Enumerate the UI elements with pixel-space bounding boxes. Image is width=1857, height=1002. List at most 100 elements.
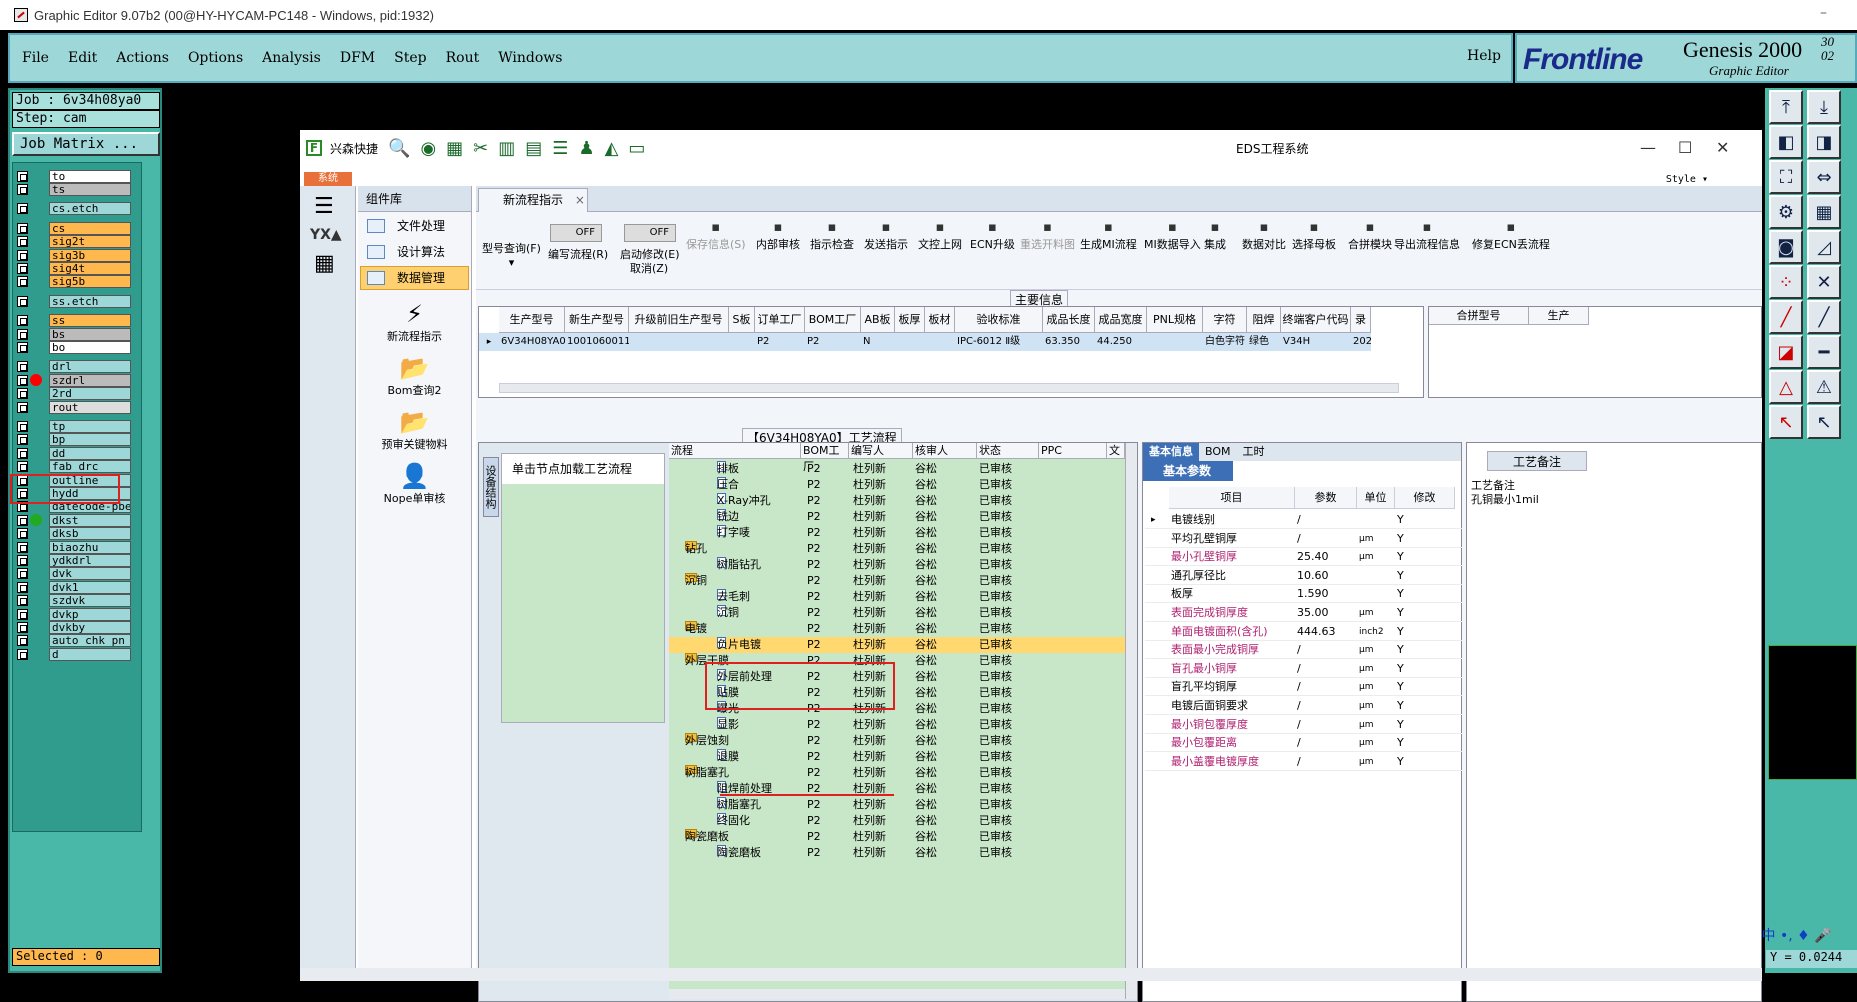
tree-row[interactable]: X-Ray冲孔 P2 杜列新 谷松 已审核 <box>669 493 1125 509</box>
menu-windows[interactable]: Windows <box>498 50 562 66</box>
param-row[interactable]: 表面完成铜厚度 35.00 μm Y <box>1145 604 1463 622</box>
warning-icon[interactable]: ⚠ <box>1807 370 1841 404</box>
param-row[interactable]: 单面电镀面积(含孔) 444.63 inch2 Y <box>1145 623 1463 641</box>
param-value[interactable]: / <box>1297 753 1357 771</box>
param-value[interactable]: 35.00 <box>1297 604 1357 622</box>
grid-cell[interactable]: N <box>861 333 895 351</box>
param-value[interactable]: / <box>1297 641 1357 659</box>
layer-checkbox[interactable] <box>17 528 28 540</box>
grid-header[interactable]: 验收标准 <box>955 307 1043 333</box>
layer-row[interactable]: 2rd <box>17 387 131 401</box>
layer-checkbox[interactable] <box>17 581 28 593</box>
grid-icon[interactable]: ▦ <box>1807 195 1841 229</box>
grid-header[interactable]: 新生产型号 <box>565 307 629 333</box>
tab-close-icon[interactable]: × <box>575 193 585 207</box>
layer-checkbox[interactable] <box>17 608 28 620</box>
tree-row[interactable]: ⊟电镀P2杜列新谷松已审核 <box>669 621 1125 637</box>
layer-row[interactable]: cs.etch <box>17 202 131 216</box>
layer-row[interactable]: szdvk <box>17 594 131 608</box>
param-row[interactable]: 盲孔最小铜厚 / μm Y <box>1145 660 1463 678</box>
tree-row[interactable]: ⊟陶瓷磨板P2杜列新谷松已审核 <box>669 829 1125 845</box>
param-value[interactable]: 444.63 <box>1297 623 1357 641</box>
eds-minimize-button[interactable]: — <box>1640 138 1656 157</box>
layer-checkbox[interactable] <box>17 276 28 288</box>
grid-header[interactable]: 成品宽度 <box>1095 307 1147 333</box>
grid-hscrollbar[interactable] <box>499 383 1399 393</box>
param-header[interactable]: 修改 <box>1395 487 1455 509</box>
settings-icon[interactable]: ⚙ <box>1769 195 1803 229</box>
module-icon-3[interactable]: 👤 Nope单审核 <box>358 462 471 506</box>
user-icon[interactable]: ♟ <box>578 138 594 159</box>
layer-row[interactable]: bs <box>17 327 131 341</box>
grid-header[interactable]: BOM工厂 <box>805 307 861 333</box>
layer-checkbox[interactable] <box>17 434 28 446</box>
grid-cell[interactable]: 10010600113199 <box>565 333 629 351</box>
style-dropdown[interactable]: Style ▾ <box>1666 174 1708 185</box>
tree-header[interactable]: 编写人 <box>849 443 913 459</box>
calculator-icon[interactable]: ▦ <box>314 251 341 276</box>
layer-checkbox[interactable] <box>17 341 28 353</box>
grid-header[interactable]: 成品长度 <box>1043 307 1095 333</box>
grid-header[interactable]: 订单工厂 <box>755 307 805 333</box>
shape-icon[interactable]: ◿ <box>1807 230 1841 264</box>
fit-icon[interactable]: ⛶ <box>1769 160 1803 194</box>
layer-row[interactable]: biaozhu <box>17 540 131 554</box>
ribbon-button-9[interactable]: ▪ 集成 <box>1204 220 1226 252</box>
layer-checkbox[interactable] <box>17 648 28 660</box>
tree-row[interactable]: ⊟外层蚀刻P2杜列新谷松已审核 <box>669 733 1125 749</box>
panel-icon[interactable]: ◧ <box>1769 125 1803 159</box>
scissors-icon[interactable]: ✂ <box>473 138 488 159</box>
param-row[interactable]: 盲孔平均铜厚 / μm Y <box>1145 678 1463 697</box>
eds-maximize-button[interactable]: ☐ <box>1678 138 1692 157</box>
tree-header[interactable]: BOM工厂 <box>801 443 849 473</box>
grid-icon[interactable]: ▦ <box>446 138 463 159</box>
layer-checkbox[interactable] <box>17 621 28 633</box>
param-row[interactable]: 电镀后面铜要求 / μm Y <box>1145 697 1463 715</box>
layer-checkbox[interactable] <box>17 295 28 307</box>
layer-checkbox[interactable] <box>17 170 28 182</box>
tab-new-process[interactable]: 新流程指示 × <box>478 188 588 212</box>
tree-row[interactable]: 铣边 P2 杜列新 谷松 已审核 <box>669 509 1125 525</box>
layer-checkbox[interactable] <box>17 236 28 248</box>
layer-checkbox[interactable] <box>17 262 28 274</box>
line2-icon[interactable]: ╱ <box>1807 300 1841 334</box>
param-row[interactable]: 最小孔壁铜厚 25.40 μm Y <box>1145 548 1463 567</box>
layer-row[interactable]: dksb <box>17 527 131 541</box>
layer-checkbox[interactable] <box>17 514 28 526</box>
param-value[interactable]: / <box>1297 660 1357 678</box>
layer-row[interactable]: bp <box>17 433 131 447</box>
param-value[interactable]: / <box>1297 511 1357 529</box>
grid-cell[interactable] <box>925 333 955 351</box>
tree-row[interactable]: 压合 P2 杜列新 谷松 已审核 <box>669 477 1125 493</box>
write-toggle[interactable]: OFF <box>550 224 602 242</box>
ribbon-button-1[interactable]: ▪ 内部审核 <box>756 220 800 252</box>
grid-cell[interactable]: 白色字符 <box>1203 333 1247 351</box>
grid-cell[interactable]: 6V34H08YA0 <box>499 333 565 351</box>
tree-header[interactable]: 流程 <box>669 443 801 459</box>
ribbon-button-6[interactable]: ▪ 重选开料图 <box>1020 220 1075 252</box>
menu-rout[interactable]: Rout <box>446 50 480 66</box>
layer-row[interactable]: sig4t <box>17 261 131 275</box>
layer-checkbox[interactable] <box>17 361 28 373</box>
film-icon[interactable]: ▥ <box>498 138 515 159</box>
layer-row[interactable]: dkst <box>17 513 131 527</box>
module-icon-0[interactable]: ⚡ 新流程指示 <box>358 300 471 344</box>
panel2-icon[interactable]: ◨ <box>1807 125 1841 159</box>
param-value[interactable]: / <box>1297 734 1357 752</box>
tree-header[interactable]: 状态 <box>977 443 1039 459</box>
layer-checkbox[interactable] <box>17 420 28 432</box>
zoom-icon[interactable]: ⇔ <box>1807 160 1841 194</box>
layer-row[interactable]: cs <box>17 221 131 235</box>
ribbon-button-0[interactable]: ▪ 保存信息(S) <box>686 220 746 252</box>
ribbon-button-12[interactable]: ▪ 合拼模块 <box>1348 220 1392 252</box>
grid-header[interactable]: 升级前旧生产型号 <box>629 307 729 333</box>
layer-checkbox[interactable] <box>17 183 28 195</box>
chart-icon[interactable]: ◭ <box>605 138 619 159</box>
system-tab[interactable]: 系统 <box>304 172 352 186</box>
layer-row[interactable]: sig2t <box>17 235 131 249</box>
grid-cell[interactable]: P2 <box>805 333 861 351</box>
basic-tab-1[interactable]: BOM <box>1199 443 1237 461</box>
param-header[interactable]: 单位 <box>1357 487 1395 509</box>
menu-analysis[interactable]: Analysis <box>262 50 321 66</box>
layer-row[interactable]: to <box>17 169 131 183</box>
